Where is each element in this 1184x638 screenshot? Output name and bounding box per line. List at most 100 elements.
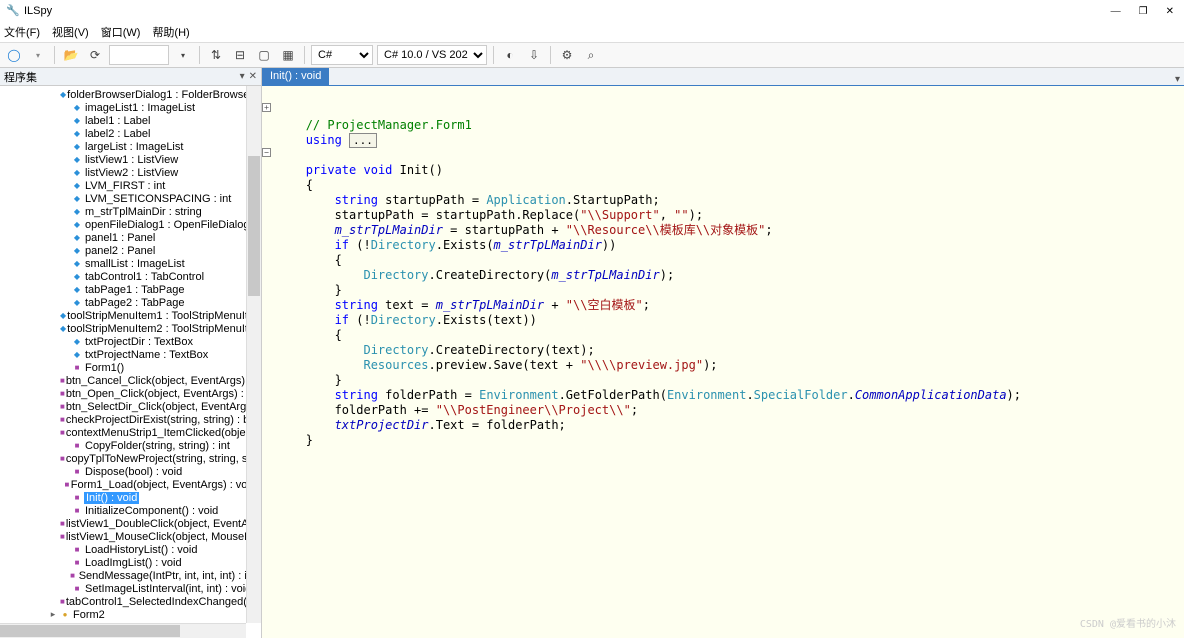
tree-item[interactable]: txtProjectDir : TextBox bbox=[0, 335, 261, 348]
method-icon bbox=[70, 505, 84, 516]
vertical-scrollbar[interactable] bbox=[246, 86, 261, 623]
panel-close-icon[interactable]: ✕ bbox=[249, 71, 257, 82]
forward-dropdown[interactable]: ▾ bbox=[28, 45, 48, 65]
tree-item[interactable]: imageList1 : ImageList bbox=[0, 101, 261, 114]
window-controls: — ❐ ✕ bbox=[1111, 6, 1178, 17]
sort-button[interactable]: ⇅ bbox=[206, 45, 226, 65]
expand-icon[interactable]: ▸ bbox=[48, 609, 58, 620]
tree-item-label: panel1 : Panel bbox=[84, 232, 156, 244]
assembly-tree[interactable]: folderBrowserDialog1 : FolderBrowserDial… bbox=[0, 86, 261, 638]
dark-mode-button[interactable]: ◐ bbox=[500, 45, 520, 65]
tree-item[interactable]: label1 : Label bbox=[0, 114, 261, 127]
tree-item[interactable]: Form1() bbox=[0, 361, 261, 374]
tree-item[interactable]: LoadImgList() : void bbox=[0, 556, 261, 569]
tree-item[interactable]: listView1_DoubleClick(object, EventArgs)… bbox=[0, 517, 261, 530]
tree-item[interactable]: m_strTplMainDir : string bbox=[0, 205, 261, 218]
close-button[interactable]: ✕ bbox=[1166, 6, 1174, 17]
window-title: ILSpy bbox=[24, 5, 1111, 17]
field-icon bbox=[70, 115, 84, 126]
menu-window[interactable]: 窗口(W) bbox=[101, 24, 141, 40]
tree-item[interactable]: listView1_MouseClick(object, MouseEventA… bbox=[0, 530, 261, 543]
search-button[interactable]: ⌕ bbox=[581, 45, 601, 65]
panel-dropdown-icon[interactable]: ▾ bbox=[240, 71, 245, 82]
tree-item[interactable]: Form1_Load(object, EventArgs) : void bbox=[0, 478, 261, 491]
tree-item[interactable]: contextMenuStrip1_ItemClicked(object, To… bbox=[0, 426, 261, 439]
tree-item[interactable]: LVM_FIRST : int bbox=[0, 179, 261, 192]
menu-view[interactable]: 视图(V) bbox=[52, 24, 89, 40]
save-button[interactable]: ⇩ bbox=[524, 45, 544, 65]
field-icon bbox=[70, 141, 84, 152]
tree-item[interactable]: txtProjectName : TextBox bbox=[0, 348, 261, 361]
tree-item[interactable]: listView2 : ListView bbox=[0, 166, 261, 179]
public-only-button[interactable]: ▢ bbox=[254, 45, 274, 65]
open-button[interactable]: 📂 bbox=[61, 45, 81, 65]
tree-item-label: Init() : void bbox=[84, 492, 139, 504]
tree-item[interactable]: ▸Form2 bbox=[0, 608, 261, 621]
language-select[interactable]: C# bbox=[311, 45, 373, 65]
version-select[interactable]: C# 10.0 / VS 202 bbox=[377, 45, 487, 65]
tree-item[interactable]: label2 : Label bbox=[0, 127, 261, 140]
tree-item-label: LVM_FIRST : int bbox=[84, 180, 166, 192]
fold-toggle[interactable]: + bbox=[262, 103, 271, 112]
field-icon bbox=[70, 284, 84, 295]
tree-item[interactable]: LVM_SETICONSPACING : int bbox=[0, 192, 261, 205]
tree-item[interactable]: panel2 : Panel bbox=[0, 244, 261, 257]
tree-item[interactable]: openFileDialog1 : OpenFileDialog bbox=[0, 218, 261, 231]
horizontal-scrollbar[interactable] bbox=[0, 623, 246, 638]
tree-item-label: SendMessage(IntPtr, int, int, int) : int bbox=[78, 570, 257, 582]
refresh-button[interactable]: ⟳ bbox=[85, 45, 105, 65]
tree-item-label: tabControl1_SelectedIndexChanged(object,… bbox=[65, 596, 261, 608]
title-bar: 🔧 ILSpy — ❐ ✕ bbox=[0, 0, 1184, 22]
watermark: CSDN @爱看书的小沐 bbox=[1080, 617, 1176, 632]
collapse-button[interactable]: ⊟ bbox=[230, 45, 250, 65]
tree-item[interactable]: InitializeComponent() : void bbox=[0, 504, 261, 517]
field-icon bbox=[70, 219, 84, 230]
tree-item[interactable]: SetImageListInterval(int, int) : void bbox=[0, 582, 261, 595]
fold-placeholder[interactable]: ... bbox=[349, 133, 377, 148]
maximize-button[interactable]: ❐ bbox=[1139, 6, 1148, 17]
minimize-button[interactable]: — bbox=[1111, 6, 1121, 17]
tree-item[interactable]: CopyFolder(string, string) : int bbox=[0, 439, 261, 452]
tree-item[interactable]: btn_SelectDir_Click(object, EventArgs) :… bbox=[0, 400, 261, 413]
tree-item[interactable]: tabControl1 : TabControl bbox=[0, 270, 261, 283]
combo-drop-icon[interactable]: ▾ bbox=[173, 45, 193, 65]
tree-item-label: listView1_DoubleClick(object, EventArgs)… bbox=[65, 518, 261, 530]
tree-item[interactable]: checkProjectDirExist(string, string) : b… bbox=[0, 413, 261, 426]
tree-item[interactable]: panel1 : Panel bbox=[0, 231, 261, 244]
assembly-combo[interactable] bbox=[109, 45, 169, 65]
tree-item[interactable]: SendMessage(IntPtr, int, int, int) : int bbox=[0, 569, 261, 582]
editor-tab[interactable]: Init() : void bbox=[262, 68, 329, 85]
show-il-button[interactable]: ▦ bbox=[278, 45, 298, 65]
field-icon bbox=[70, 232, 84, 243]
tree-item[interactable]: tabControl1_SelectedIndexChanged(object,… bbox=[0, 595, 261, 608]
tree-item[interactable]: smallList : ImageList bbox=[0, 257, 261, 270]
tree-item[interactable]: largeList : ImageList bbox=[0, 140, 261, 153]
tree-item[interactable]: copyTplToNewProject(string, string, stri… bbox=[0, 452, 261, 465]
fold-toggle[interactable]: − bbox=[262, 148, 271, 157]
tree-item[interactable]: Dispose(bool) : void bbox=[0, 465, 261, 478]
separator bbox=[199, 46, 200, 64]
tree-item[interactable]: tabPage1 : TabPage bbox=[0, 283, 261, 296]
tree-item[interactable]: Init() : void bbox=[0, 491, 261, 504]
separator bbox=[550, 46, 551, 64]
code-view[interactable]: + − // ProjectManager.Form1 using ... pr… bbox=[262, 86, 1184, 638]
field-icon bbox=[70, 349, 84, 360]
menu-help[interactable]: 帮助(H) bbox=[152, 24, 189, 40]
settings-button[interactable]: ⚙ bbox=[557, 45, 577, 65]
tree-item[interactable]: tabPage2 : TabPage bbox=[0, 296, 261, 309]
tree-item-label: CopyFolder(string, string) : int bbox=[84, 440, 231, 452]
app-icon: 🔧 bbox=[6, 4, 20, 18]
tab-overflow-icon[interactable]: ▾ bbox=[1171, 74, 1184, 85]
tree-item-label: toolStripMenuItem2 : ToolStripMenuItem bbox=[66, 323, 261, 335]
tree-item[interactable]: toolStripMenuItem1 : ToolStripMenuItem bbox=[0, 309, 261, 322]
tree-item[interactable]: btn_Cancel_Click(object, EventArgs) : vo… bbox=[0, 374, 261, 387]
tree-item[interactable]: listView1 : ListView bbox=[0, 153, 261, 166]
tree-item[interactable]: LoadHistoryList() : void bbox=[0, 543, 261, 556]
tree-item[interactable]: btn_Open_Click(object, EventArgs) : void bbox=[0, 387, 261, 400]
menu-file[interactable]: 文件(F) bbox=[4, 24, 40, 40]
tree-item[interactable]: folderBrowserDialog1 : FolderBrowserDial… bbox=[0, 88, 261, 101]
back-button[interactable]: ◯ bbox=[4, 45, 24, 65]
tree-item-label: largeList : ImageList bbox=[84, 141, 184, 153]
tree-item[interactable]: toolStripMenuItem2 : ToolStripMenuItem bbox=[0, 322, 261, 335]
editor-tab-bar: Init() : void ▾ bbox=[262, 68, 1184, 86]
